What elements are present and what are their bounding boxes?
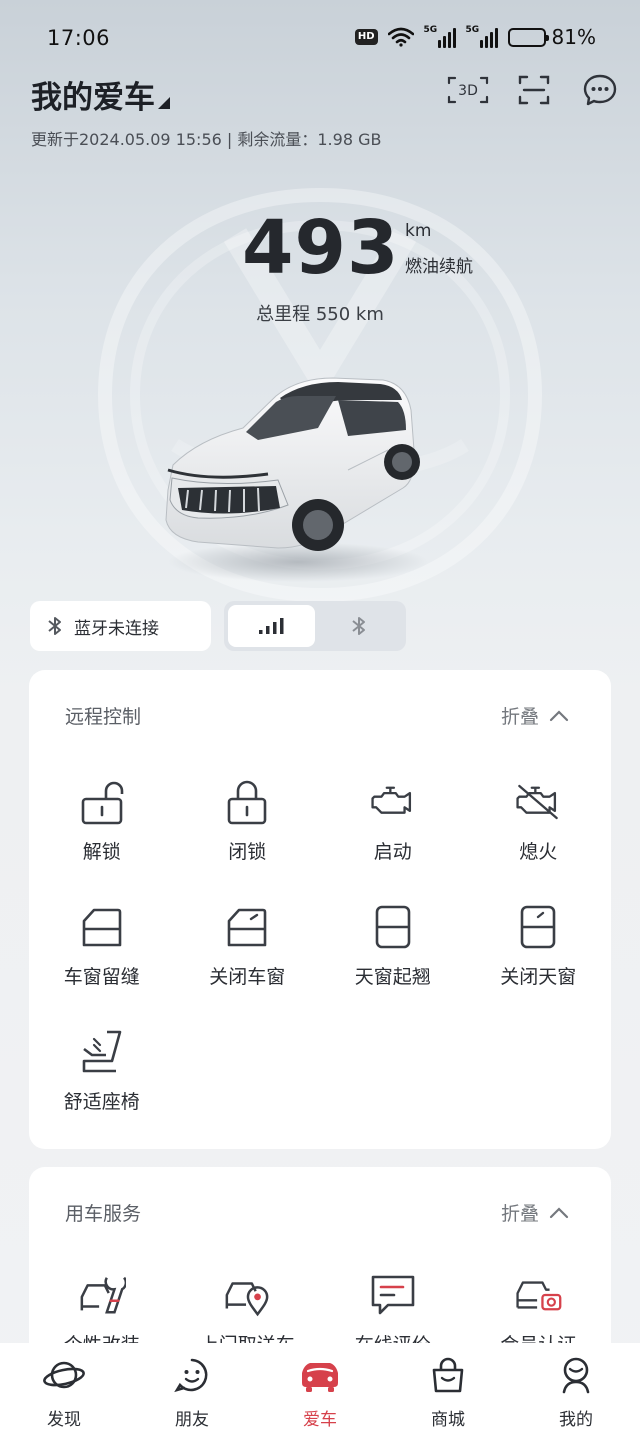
view-3d-button[interactable]: 3D <box>446 72 490 108</box>
message-icon <box>583 74 617 106</box>
chevron-up-icon <box>549 709 569 721</box>
nav-friends[interactable]: 朋友 <box>128 1343 256 1431</box>
unlock-icon <box>81 781 124 825</box>
engine-off-icon <box>516 784 559 820</box>
close-window-button[interactable]: 关闭车窗 <box>175 903 321 999</box>
battery-percent: 81% <box>551 25 596 49</box>
unlock-button[interactable]: 解锁 <box>29 778 175 874</box>
nav-friends-label: 朋友 <box>175 1410 209 1430</box>
chevron-up-icon <box>549 1206 569 1218</box>
network-label-2: 5G <box>465 25 480 35</box>
range-label: 燃油续航 <box>405 257 473 277</box>
svg-text:3D: 3D <box>458 83 478 99</box>
nav-my-car[interactable]: 爱车 <box>256 1343 384 1431</box>
bluetooth-mode-icon <box>351 617 365 635</box>
status-bar: 17:06 HD 5G 5G 81% <box>0 0 640 76</box>
unlock-label: 解锁 <box>82 841 121 863</box>
comfort-seat-button[interactable]: 舒适座椅 <box>29 1028 175 1124</box>
fold-label: 折叠 <box>500 1203 539 1225</box>
window-close-icon <box>227 908 267 947</box>
message-button[interactable] <box>578 72 622 108</box>
nav-discover-label: 发现 <box>47 1410 81 1430</box>
remote-control-card: 远程控制 折叠 解锁 闭锁 启动 熄火 车窗留缝 关闭车窗 天窗起翘 关闭天窗 … <box>29 670 611 1149</box>
chat-review-icon <box>371 1275 415 1315</box>
odometer: 总里程 550 km <box>256 304 384 325</box>
window-vent-button[interactable]: 车窗留缝 <box>29 903 175 999</box>
engine-icon <box>371 786 411 814</box>
sunroof-tilt-label: 天窗起翘 <box>354 966 431 988</box>
sunroof-close-icon <box>520 905 556 949</box>
battery-icon <box>507 27 549 47</box>
page-title[interactable]: 我的爱车 <box>31 72 170 117</box>
bottom-nav: 发现 朋友 爱车 商城 我的 <box>0 1343 640 1431</box>
window-vent-label: 车窗留缝 <box>63 966 140 988</box>
remote-control-grid: 解锁 闭锁 启动 熄火 车窗留缝 关闭车窗 天窗起翘 关闭天窗 舒适座椅 <box>29 778 611 1124</box>
battery: 81% <box>507 25 596 49</box>
hd-icon: HD <box>354 29 378 45</box>
3d-view-icon: 3D <box>447 76 489 104</box>
nav-discover[interactable]: 发现 <box>0 1343 128 1431</box>
range-value: 493 <box>242 205 400 291</box>
window-vent-icon <box>82 908 122 947</box>
scan-button[interactable] <box>512 72 556 108</box>
nav-my-car-label: 爱车 <box>303 1410 337 1430</box>
start-engine-button[interactable]: 启动 <box>320 778 466 874</box>
remote-control-fold-button[interactable]: 折叠 <box>501 702 569 729</box>
nav-mine-label: 我的 <box>559 1410 593 1430</box>
remote-control-title: 远程控制 <box>65 706 142 728</box>
lock-button[interactable]: 闭锁 <box>175 778 321 874</box>
page-title-text: 我的爱车 <box>31 80 155 116</box>
bluetooth-status-label: 蓝牙未连接 <box>74 618 159 639</box>
car-icon <box>302 1363 338 1392</box>
status-icons: HD 5G 5G 81% <box>354 25 596 49</box>
status-time: 17:06 <box>47 26 111 50</box>
cellular-mode-tab[interactable] <box>228 605 315 647</box>
shopping-bag-icon <box>432 1357 464 1393</box>
seat-icon <box>82 1030 122 1073</box>
wifi-icon <box>387 27 414 47</box>
network-label: 5G <box>423 25 438 35</box>
close-sunroof-label: 关闭天窗 <box>500 966 577 988</box>
car-image[interactable] <box>158 370 428 585</box>
bluetooth-status-button[interactable]: 蓝牙未连接 <box>30 601 211 651</box>
update-info: 更新于2024.05.09 15:56 | 剩余流量：1.98 GB <box>31 130 382 149</box>
scan-icon <box>518 75 550 105</box>
range-unit: km <box>405 221 432 241</box>
close-window-label: 关闭车窗 <box>209 966 286 988</box>
nav-mall[interactable]: 商城 <box>384 1343 512 1431</box>
header-actions: 3D <box>446 72 622 108</box>
lock-icon <box>227 780 267 825</box>
cellular-signal-icon <box>258 618 283 634</box>
nav-mine[interactable]: 我的 <box>512 1343 640 1431</box>
dropdown-caret-icon <box>158 97 170 109</box>
connection-mode-toggle <box>224 601 406 651</box>
bluetooth-icon <box>48 617 61 635</box>
bluetooth-mode-tab[interactable] <box>315 605 402 647</box>
start-engine-label: 启动 <box>373 841 412 863</box>
sunroof-tilt-icon <box>375 905 411 949</box>
signal-5g-icon-2: 5G <box>465 25 498 48</box>
car-service-fold-button[interactable]: 折叠 <box>501 1199 569 1226</box>
sunroof-tilt-button[interactable]: 天窗起翘 <box>320 903 466 999</box>
close-sunroof-button[interactable]: 关闭天窗 <box>466 903 612 999</box>
smile-chat-icon <box>174 1358 208 1393</box>
car-camera-icon <box>516 1281 562 1311</box>
car-location-icon <box>225 1282 269 1317</box>
signal-5g-icon: 5G <box>423 25 456 48</box>
stop-engine-label: 熄火 <box>519 841 558 863</box>
profile-icon <box>562 1357 590 1394</box>
car-wrench-icon <box>80 1276 126 1314</box>
planet-icon <box>43 1361 85 1389</box>
comfort-seat-label: 舒适座椅 <box>63 1091 140 1113</box>
lock-label: 闭锁 <box>228 841 267 863</box>
fold-label: 折叠 <box>500 706 539 728</box>
nav-mall-label: 商城 <box>431 1410 465 1430</box>
car-service-title: 用车服务 <box>65 1203 142 1225</box>
stop-engine-button[interactable]: 熄火 <box>466 778 612 874</box>
